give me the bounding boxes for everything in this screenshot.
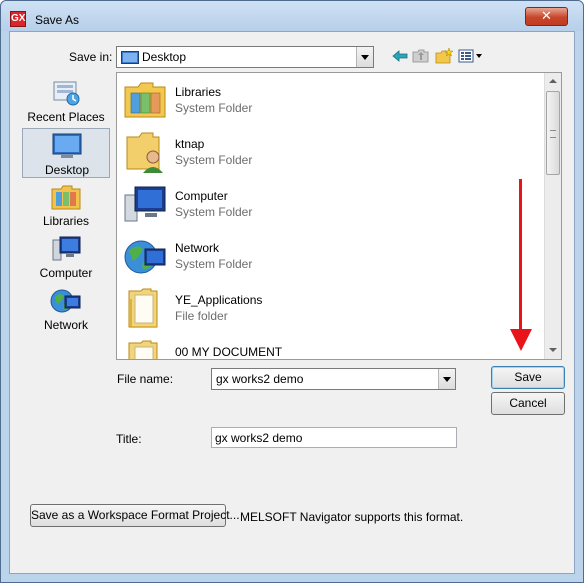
title-bar[interactable]: GX Save As ✕ [1, 1, 583, 31]
place-network[interactable]: Network [22, 284, 110, 334]
close-button[interactable]: ✕ [525, 7, 568, 26]
file-name: 00 MY DOCUMENT [175, 345, 283, 359]
computer-icon [124, 186, 166, 222]
desktop-icon [52, 133, 82, 158]
recent-places-icon [53, 81, 80, 106]
save-as-dialog: GX Save As ✕ Save in: Desktop Recent Pla… [0, 0, 584, 583]
chevron-down-icon[interactable] [356, 47, 373, 67]
place-label: Network [43, 318, 88, 332]
scroll-up-arrow-icon[interactable] [545, 73, 561, 90]
file-name-value: gx works2 demo [216, 372, 304, 386]
save-in-label: Save in: [69, 50, 113, 64]
annotation-arrow-line [519, 179, 522, 331]
place-libraries[interactable]: Libraries [22, 180, 110, 230]
list-item-ye-applications[interactable]: YE_Applications File folder [121, 283, 521, 333]
place-desktop[interactable]: Desktop [22, 128, 110, 178]
list-item-libraries[interactable]: Libraries System Folder [121, 75, 521, 125]
file-type: System Folder [175, 101, 253, 115]
place-label: Recent Places [27, 110, 105, 124]
folder-icon [128, 288, 158, 328]
file-name: Computer [175, 189, 228, 203]
place-label: Desktop [44, 163, 90, 177]
scrollbar-thumb[interactable] [546, 91, 560, 175]
app-icon: GX [10, 11, 26, 27]
file-type: System Folder [175, 205, 253, 219]
scroll-down-arrow-icon[interactable] [545, 342, 561, 359]
file-name-label: File name: [117, 372, 174, 386]
place-label: Libraries [42, 214, 90, 228]
view-menu-icon[interactable] [458, 48, 484, 64]
computer-icon [52, 236, 81, 261]
place-computer[interactable]: Computer [22, 232, 110, 282]
file-name: YE_Applications [175, 293, 263, 307]
new-folder-icon[interactable] [435, 48, 453, 64]
file-list[interactable]: Libraries System Folder ktnap System Fol… [116, 72, 562, 360]
user-folder-icon [126, 132, 163, 173]
network-icon [50, 289, 81, 313]
back-icon[interactable] [391, 48, 409, 64]
save-as-workspace-button[interactable]: Save as a Workspace Format Project... [30, 504, 240, 527]
folder-icon [128, 340, 158, 359]
window-title: Save As [35, 13, 80, 27]
file-name: Libraries [175, 85, 222, 99]
cancel-button[interactable]: Cancel [491, 392, 565, 415]
dialog-client: Save in: Desktop Recent Places Desktop L… [9, 31, 575, 574]
title-input[interactable]: gx works2 demo [211, 427, 457, 448]
workspace-note: MELSOFT Navigator supports this format. [240, 510, 464, 524]
places-bar: Recent Places Desktop Libraries Computer… [22, 72, 114, 360]
save-button[interactable]: Save [491, 366, 565, 389]
list-item-computer[interactable]: Computer System Folder [121, 179, 521, 229]
save-in-value: Desktop [142, 50, 187, 64]
title-value: gx works2 demo [215, 431, 303, 445]
list-item-network[interactable]: Network System Folder [121, 231, 521, 281]
file-type: File folder [175, 309, 228, 323]
title-label: Title: [116, 432, 142, 446]
libraries-folder-icon [124, 82, 166, 118]
file-type: System Folder [175, 257, 253, 271]
save-in-combo[interactable]: Desktop [116, 46, 374, 68]
file-name-combo[interactable]: gx works2 demo [211, 368, 456, 390]
network-icon [124, 240, 166, 274]
up-folder-icon[interactable] [412, 48, 430, 64]
place-label: Computer [39, 266, 93, 280]
desktop-icon [121, 51, 139, 64]
chevron-down-icon[interactable] [438, 369, 455, 389]
place-recent-places[interactable]: Recent Places [22, 76, 110, 126]
file-name: Network [175, 241, 220, 255]
file-name: ktnap [175, 137, 205, 151]
annotation-arrow-icon [510, 329, 532, 351]
libraries-icon [51, 185, 81, 210]
file-type: System Folder [175, 153, 253, 167]
list-item-ktnap[interactable]: ktnap System Folder [121, 127, 521, 177]
list-item-my-document[interactable]: 00 MY DOCUMENT [121, 335, 521, 359]
vertical-scrollbar[interactable] [544, 73, 561, 359]
